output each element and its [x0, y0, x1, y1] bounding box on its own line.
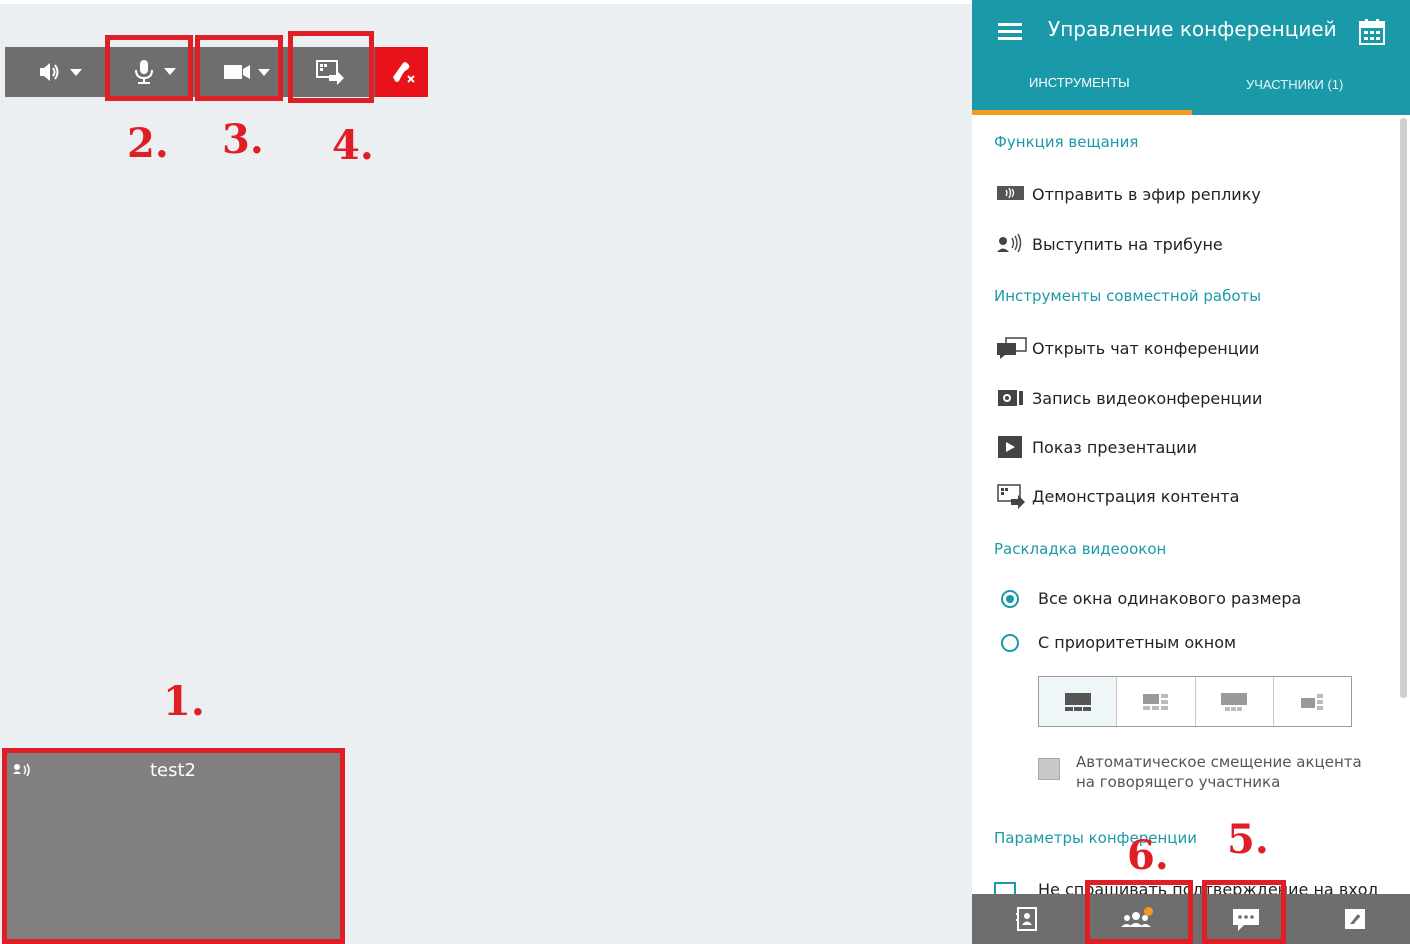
priority-layout-label: С приоритетным окном — [1038, 633, 1237, 652]
record-label: Запись видеоконференции — [1032, 388, 1263, 408]
section-collaboration: Инструменты совместной работы — [994, 287, 1262, 305]
radio-equal-layout[interactable] — [1001, 590, 1019, 608]
layout-selector — [1038, 676, 1352, 727]
layout-big-side-icon — [1142, 693, 1168, 710]
active-tab-indicator — [972, 110, 1192, 115]
send-reply-label: Отправить в эфир реплику — [1032, 184, 1261, 204]
section-layout: Раскладка видеоокон — [994, 540, 1167, 558]
highlight-box-3 — [195, 35, 283, 101]
chevron-down-icon — [70, 69, 82, 76]
panel-scrollbar[interactable] — [1400, 118, 1407, 698]
layout-side-stack-icon — [1301, 693, 1324, 710]
panel-header: Управление конференцией ИНСТРУМЕНТЫ УЧАС… — [972, 0, 1410, 115]
annotation-number-6: 6. — [1127, 832, 1169, 879]
layout-option-2[interactable] — [1117, 677, 1196, 726]
speaker-icon — [40, 63, 82, 81]
call-button[interactable] — [1301, 894, 1410, 944]
highlight-box-2 — [105, 35, 193, 101]
contacts-icon — [1015, 907, 1037, 931]
highlight-box-6 — [1085, 880, 1193, 944]
panel-title: Управление конференцией — [1048, 17, 1337, 41]
tab-participants[interactable]: УЧАСТНИКИ (1) — [1246, 77, 1343, 92]
open-chat-label: Открыть чат конференции — [1032, 338, 1260, 358]
presentation-icon — [996, 435, 1028, 459]
section-broadcast: Функция вещания — [994, 133, 1139, 151]
hamburger-menu-icon[interactable] — [998, 22, 1024, 42]
layout-option-1[interactable] — [1039, 677, 1118, 726]
record-icon — [996, 386, 1028, 410]
hangup-button[interactable] — [375, 47, 428, 97]
top-strip — [0, 0, 972, 4]
presentation-item[interactable]: Показ презентации — [996, 435, 1197, 459]
speaker-button[interactable] — [25, 47, 95, 97]
annotation-number-2: 2. — [127, 120, 169, 167]
auto-focus-label: Автоматическое смещение акцента на говор… — [1076, 753, 1362, 791]
content-demo-label: Демонстрация контента — [1032, 486, 1240, 506]
layout-option-4[interactable] — [1274, 677, 1351, 726]
broadcast-icon — [996, 182, 1028, 206]
send-reply-item[interactable]: Отправить в эфир реплику — [996, 182, 1261, 206]
calendar-icon[interactable] — [1358, 18, 1386, 46]
equal-layout-label: Все окна одинакового размера — [1038, 589, 1302, 608]
tribune-label: Выступить на трибуне — [1032, 234, 1223, 254]
hangup-icon — [392, 62, 415, 83]
radio-priority-layout[interactable] — [1001, 634, 1019, 652]
annotation-number-5: 5. — [1227, 816, 1269, 863]
highlight-box-5 — [1202, 880, 1286, 944]
layout-option-3[interactable] — [1196, 677, 1274, 726]
tab-tools[interactable]: ИНСТРУМЕНТЫ — [1029, 75, 1130, 90]
record-item[interactable]: Запись видеоконференции — [996, 386, 1262, 410]
highlight-box-4 — [288, 31, 374, 103]
content-share-icon — [996, 484, 1028, 509]
tribune-item[interactable]: Выступить на трибуне — [996, 232, 1223, 256]
auto-focus-checkbox[interactable] — [1038, 758, 1060, 780]
annotation-number-3: 3. — [222, 116, 264, 163]
chat-icon — [996, 336, 1028, 360]
content-demo-item[interactable]: Демонстрация контента — [996, 484, 1240, 509]
layout-top-big-icon — [1221, 692, 1248, 711]
annotation-number-1: 1. — [163, 678, 205, 725]
highlight-box-1 — [2, 748, 345, 944]
speaker-person-icon — [996, 232, 1028, 256]
annotation-number-4: 4. — [332, 122, 374, 169]
phone-icon — [1345, 909, 1366, 929]
conference-control-panel: Управление конференцией ИНСТРУМЕНТЫ УЧАС… — [972, 0, 1410, 944]
layout-big-bottom-icon — [1064, 692, 1091, 711]
open-chat-item[interactable]: Открыть чат конференции — [996, 336, 1259, 360]
presentation-label: Показ презентации — [1032, 437, 1197, 457]
contacts-button[interactable] — [972, 894, 1082, 944]
